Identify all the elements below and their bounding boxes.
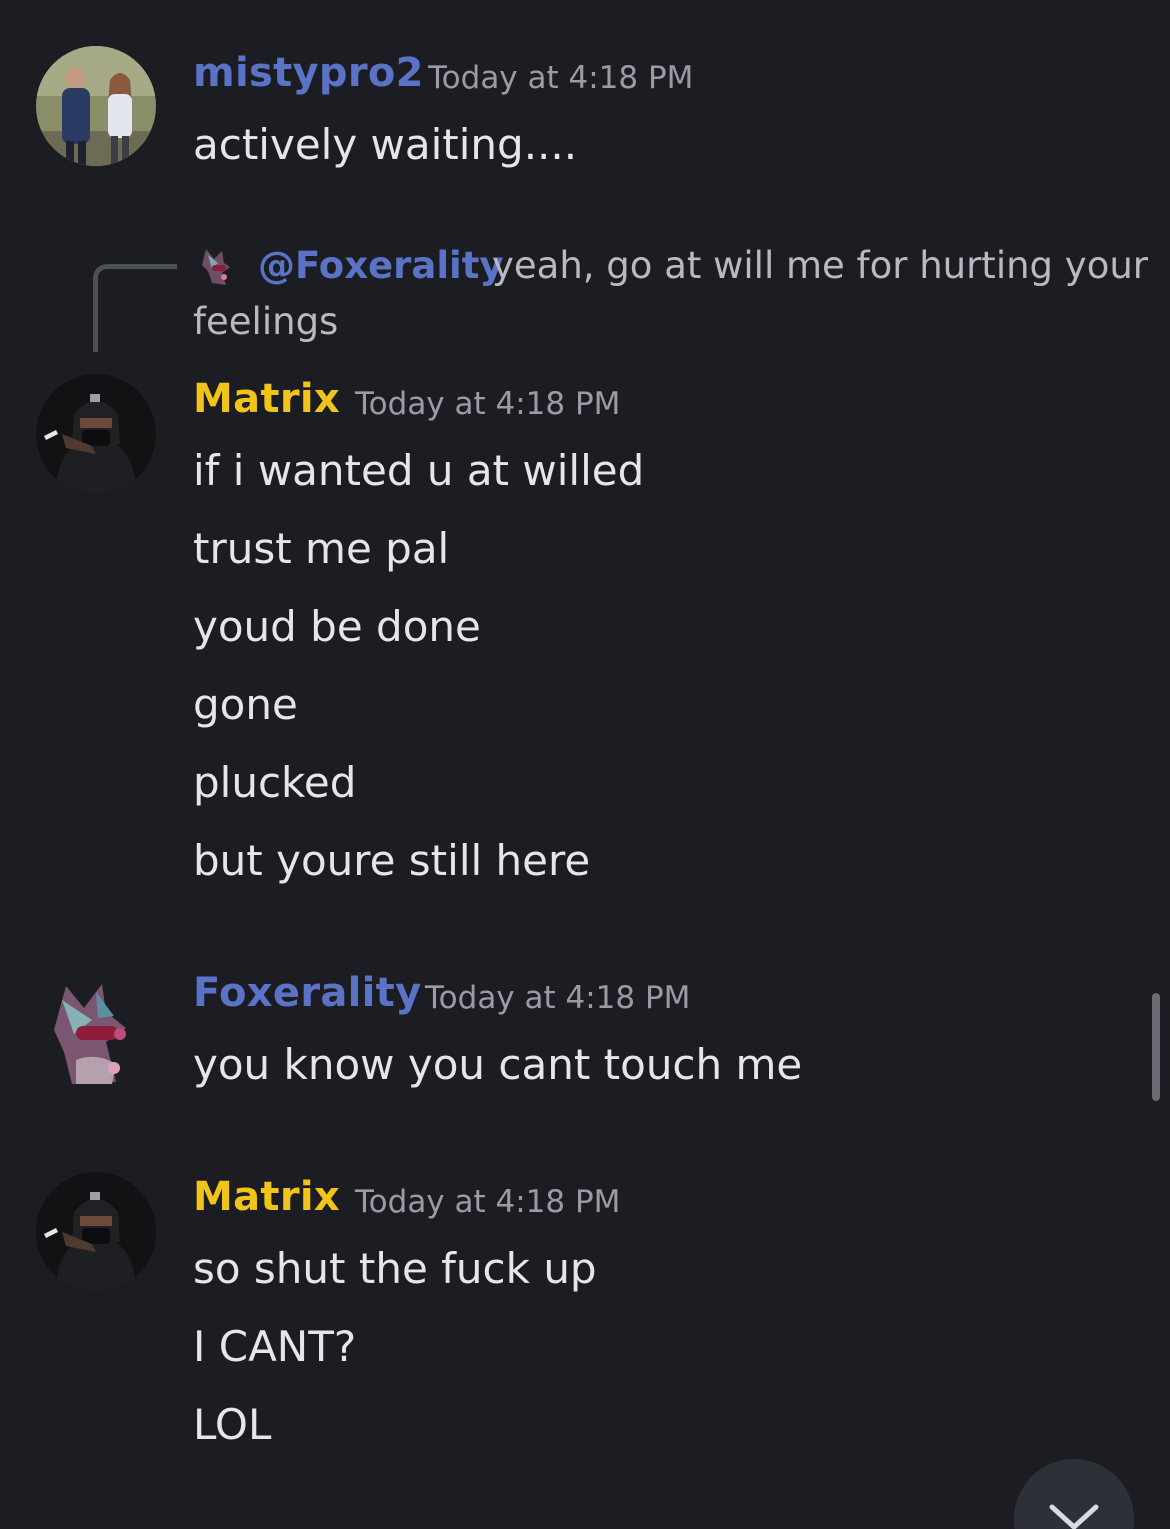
message-line: so shut the fuck up xyxy=(193,1244,597,1293)
avatar-mistypro2[interactable] xyxy=(36,46,156,166)
jump-to-present-button[interactable] xyxy=(1014,1459,1134,1529)
avatar-matrix[interactable] xyxy=(36,374,156,494)
reply-author-mention[interactable]: @Foxerality xyxy=(258,244,504,287)
message-line: plucked xyxy=(193,758,357,807)
message-line: trust me pal xyxy=(193,524,450,573)
username-matrix[interactable]: Matrix xyxy=(193,1174,340,1220)
message-line: if i wanted u at willed xyxy=(193,446,645,495)
reply-preview-text[interactable]: yeah, go at will me for hurting your xyxy=(492,244,1148,287)
username-matrix[interactable]: Matrix xyxy=(193,376,340,422)
message-line: I CANT? xyxy=(193,1322,357,1371)
message-line: LOL xyxy=(193,1400,272,1449)
scrollbar-thumb[interactable] xyxy=(1152,993,1160,1101)
username-mistypro2[interactable]: mistypro2 xyxy=(193,50,424,96)
message-line: but youre still here xyxy=(193,836,591,885)
message-timestamp: Today at 4:18 PM xyxy=(428,60,694,96)
message-timestamp: Today at 4:18 PM xyxy=(355,386,621,422)
message-timestamp: Today at 4:18 PM xyxy=(355,1184,621,1220)
message-line: youd be done xyxy=(193,602,481,651)
reply-preview-text-continued[interactable]: feelings xyxy=(193,300,338,343)
message-line: you know you cant touch me xyxy=(193,1040,803,1089)
reply-avatar-foxerality[interactable] xyxy=(196,245,240,289)
avatar-matrix[interactable] xyxy=(36,1172,156,1292)
chat-message-list: mistypro2 Today at 4:18 PM actively wait… xyxy=(0,0,1170,1529)
message-timestamp: Today at 4:18 PM xyxy=(425,980,691,1016)
message-line: actively waiting.... xyxy=(193,120,578,169)
avatar-foxerality[interactable] xyxy=(36,972,156,1092)
chevron-down-icon xyxy=(1049,1504,1099,1529)
message-line: gone xyxy=(193,680,298,729)
reply-connector xyxy=(93,264,177,352)
username-foxerality[interactable]: Foxerality xyxy=(193,970,421,1016)
